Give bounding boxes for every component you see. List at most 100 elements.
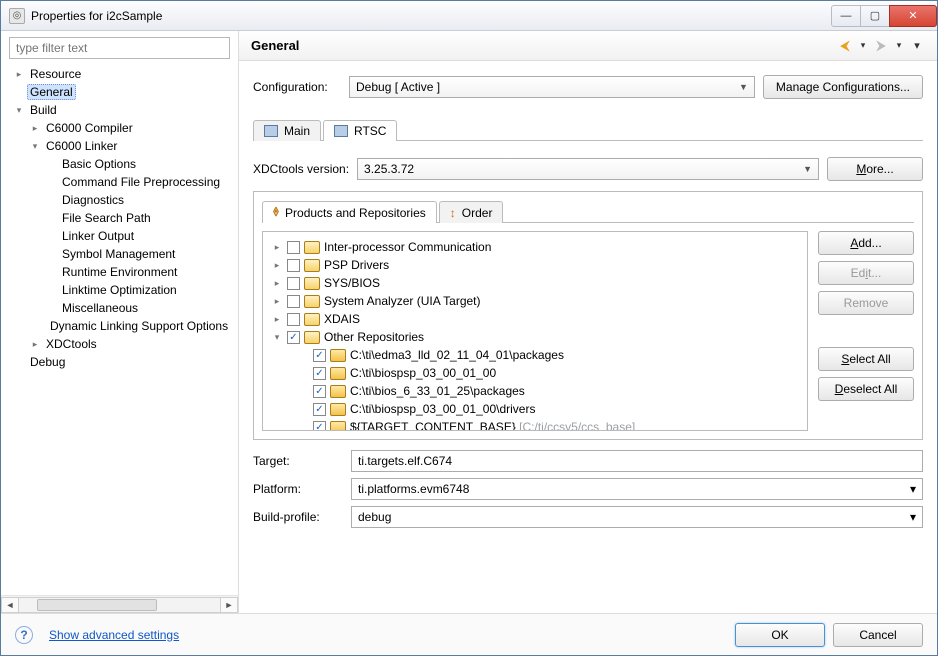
xdctools-select[interactable]: 3.25.3.72 ▼ xyxy=(357,158,819,180)
triangle-down-icon[interactable]: ▾ xyxy=(13,104,25,116)
product-item[interactable]: ▸System Analyzer (UIA Target) xyxy=(267,292,803,310)
checkbox[interactable] xyxy=(287,313,300,326)
maximize-button[interactable]: ▢ xyxy=(860,5,890,27)
nav-item-c6000-linker[interactable]: ▾C6000 Linker xyxy=(5,137,234,155)
more-button[interactable]: More... xyxy=(827,157,923,181)
nav-item-symbol-management[interactable]: Symbol Management xyxy=(5,245,234,263)
folder-icon xyxy=(330,385,346,398)
deselect-all-button[interactable]: Deselect All xyxy=(818,377,914,401)
nav-item-xdctools[interactable]: ▸XDCtools xyxy=(5,335,234,353)
add-button[interactable]: Add... xyxy=(818,231,914,255)
build-profile-label: Build-profile: xyxy=(253,510,341,524)
target-input[interactable]: ti.targets.elf.C674 xyxy=(351,450,923,472)
product-item[interactable]: ▸XDAIS xyxy=(267,310,803,328)
nav-tree[interactable]: ▸ResourceGeneral▾Build▸C6000 Compiler▾C6… xyxy=(1,65,238,595)
tab-products-repositories[interactable]: 🞠 Products and Repositories xyxy=(262,201,437,223)
cancel-button[interactable]: Cancel xyxy=(833,623,923,647)
configuration-select[interactable]: Debug [ Active ] ▼ xyxy=(349,76,755,98)
nav-item-label: Symbol Management xyxy=(59,246,178,262)
product-item[interactable]: C:\ti\biospsp_03_00_01_00\drivers xyxy=(267,400,803,418)
products-body: ▸Inter-processor Communication▸PSP Drive… xyxy=(262,231,914,431)
triangle-right-icon[interactable]: ▸ xyxy=(271,242,283,253)
products-panel: 🞠 Products and Repositories ↕ Order ▸Int… xyxy=(253,191,923,440)
triangle-down-icon[interactable]: ▾ xyxy=(29,140,41,152)
checkbox[interactable] xyxy=(287,277,300,290)
spacer xyxy=(13,86,25,98)
checkbox[interactable] xyxy=(287,331,300,344)
tab-rtsc[interactable]: RTSC xyxy=(323,120,397,141)
nav-item-debug[interactable]: Debug xyxy=(5,353,234,371)
close-button[interactable]: ✕ xyxy=(889,5,937,27)
product-item-label: Other Repositories xyxy=(324,330,424,344)
product-item[interactable]: ${TARGET_CONTENT_BASE} [C:/ti/ccsv5/ccs_… xyxy=(267,418,803,431)
nav-item-build[interactable]: ▾Build xyxy=(5,101,234,119)
platform-select[interactable]: ti.platforms.evm6748 ▾ xyxy=(351,478,923,500)
triangle-down-icon[interactable]: ▾ xyxy=(271,332,283,343)
nav-item-command-file-preprocessing[interactable]: Command File Preprocessing xyxy=(5,173,234,191)
triangle-right-icon[interactable]: ▸ xyxy=(29,338,41,350)
chevron-down-icon: ▼ xyxy=(739,82,748,92)
ok-button[interactable]: OK xyxy=(735,623,825,647)
product-item-label: C:\ti\bios_6_33_01_25\packages xyxy=(350,384,525,398)
show-advanced-link[interactable]: Show advanced settings xyxy=(49,628,179,642)
help-icon[interactable]: ? xyxy=(15,626,33,644)
sidebar-scrollbar[interactable]: ◄ ► xyxy=(1,595,238,613)
product-item[interactable]: ▸SYS/BIOS xyxy=(267,274,803,292)
product-item[interactable]: ▸Inter-processor Communication xyxy=(267,238,803,256)
filter-input[interactable] xyxy=(9,37,230,59)
checkbox[interactable] xyxy=(313,385,326,398)
products-tree[interactable]: ▸Inter-processor Communication▸PSP Drive… xyxy=(262,231,808,431)
checkbox[interactable] xyxy=(287,241,300,254)
checkbox[interactable] xyxy=(313,403,326,416)
nav-item-resource[interactable]: ▸Resource xyxy=(5,65,234,83)
checkbox[interactable] xyxy=(313,349,326,362)
triangle-right-icon[interactable]: ▸ xyxy=(29,122,41,134)
checkbox[interactable] xyxy=(287,259,300,272)
product-item[interactable]: C:\ti\edma3_lld_02_11_04_01\packages xyxy=(267,346,803,364)
nav-item-linker-output[interactable]: Linker Output xyxy=(5,227,234,245)
nav-item-runtime-environment[interactable]: Runtime Environment xyxy=(5,263,234,281)
minimize-button[interactable]: — xyxy=(831,5,861,27)
header-nav: ⮜ ▾ ⮞ ▾ ▾ xyxy=(837,38,925,54)
nav-item-miscellaneous[interactable]: Miscellaneous xyxy=(5,299,234,317)
nav-item-dynamic-linking-support-options[interactable]: Dynamic Linking Support Options xyxy=(5,317,234,335)
nav-item-diagnostics[interactable]: Diagnostics xyxy=(5,191,234,209)
nav-item-general[interactable]: General xyxy=(5,83,234,101)
manage-configurations-button[interactable]: Manage Configurations... xyxy=(763,75,923,99)
configuration-label: Configuration: xyxy=(253,80,341,94)
nav-item-linktime-optimization[interactable]: Linktime Optimization xyxy=(5,281,234,299)
back-icon[interactable]: ⮜ xyxy=(837,38,853,54)
main-panel: General ⮜ ▾ ⮞ ▾ ▾ Configuration: Debug [… xyxy=(239,31,937,613)
select-all-button[interactable]: Select All xyxy=(818,347,914,371)
product-item[interactable]: ▸PSP Drivers xyxy=(267,256,803,274)
back-menu-icon[interactable]: ▾ xyxy=(855,38,871,54)
spacer xyxy=(45,194,57,206)
tab-order[interactable]: ↕ Order xyxy=(439,201,504,223)
scroll-thumb[interactable] xyxy=(37,599,157,611)
scroll-left-icon[interactable]: ◄ xyxy=(1,597,19,613)
triangle-right-icon[interactable]: ▸ xyxy=(271,314,283,325)
nav-item-file-search-path[interactable]: File Search Path xyxy=(5,209,234,227)
product-item[interactable]: C:\ti\bios_6_33_01_25\packages xyxy=(267,382,803,400)
triangle-right-icon[interactable]: ▸ xyxy=(13,68,25,80)
product-item[interactable]: ▾ Other Repositories xyxy=(267,328,803,346)
triangle-right-icon[interactable]: ▸ xyxy=(271,278,283,289)
view-menu-icon[interactable]: ▾ xyxy=(909,38,925,54)
nav-item-basic-options[interactable]: Basic Options xyxy=(5,155,234,173)
checkbox[interactable] xyxy=(313,421,326,432)
nav-item-c6000-compiler[interactable]: ▸C6000 Compiler xyxy=(5,119,234,137)
forward-menu-icon[interactable]: ▾ xyxy=(891,38,907,54)
product-item[interactable]: C:\ti\biospsp_03_00_01_00 xyxy=(267,364,803,382)
triangle-right-icon[interactable]: ▸ xyxy=(271,296,283,307)
edit-button[interactable]: Edit... xyxy=(818,261,914,285)
forward-icon[interactable]: ⮞ xyxy=(873,38,889,54)
build-profile-select[interactable]: debug ▾ xyxy=(351,506,923,528)
remove-button[interactable]: Remove xyxy=(818,291,914,315)
tab-main[interactable]: Main xyxy=(253,120,321,141)
triangle-right-icon[interactable]: ▸ xyxy=(271,260,283,271)
scroll-track[interactable] xyxy=(18,597,221,613)
checkbox[interactable] xyxy=(287,295,300,308)
checkbox[interactable] xyxy=(313,367,326,380)
nav-item-label: General xyxy=(27,84,76,100)
scroll-right-icon[interactable]: ► xyxy=(220,597,238,613)
